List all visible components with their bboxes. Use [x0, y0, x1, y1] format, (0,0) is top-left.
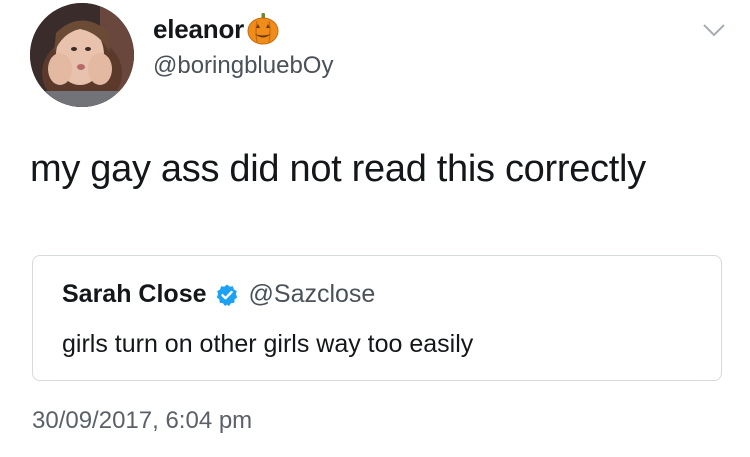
quoted-tweet-card[interactable]: Sarah Close @Sazclose girls turn on othe… — [32, 255, 722, 381]
author-handle[interactable]: @boringbluebOy — [153, 52, 333, 80]
quoted-author-handle[interactable]: @Sazclose — [249, 280, 376, 309]
author-name-row: eleanor — [153, 12, 280, 46]
tweet-text: my gay ass did not read this correctly — [30, 148, 646, 190]
chevron-down-icon[interactable] — [702, 22, 726, 38]
tweet-timestamp[interactable]: 30/09/2017, 6:04 pm — [32, 407, 252, 435]
verified-badge-icon — [215, 283, 239, 307]
tweet-card: eleanor @boringbluebOy my gay ass did no… — [0, 0, 750, 457]
avatar[interactable] — [30, 3, 134, 107]
quoted-tweet-text: girls turn on other girls way too easily — [62, 330, 474, 358]
pumpkin-icon — [246, 12, 280, 46]
quoted-author-name[interactable]: Sarah Close — [62, 280, 207, 309]
author-display-name[interactable]: eleanor — [153, 14, 244, 45]
avatar-photo — [30, 3, 134, 107]
quoted-tweet-header: Sarah Close @Sazclose — [62, 280, 375, 309]
